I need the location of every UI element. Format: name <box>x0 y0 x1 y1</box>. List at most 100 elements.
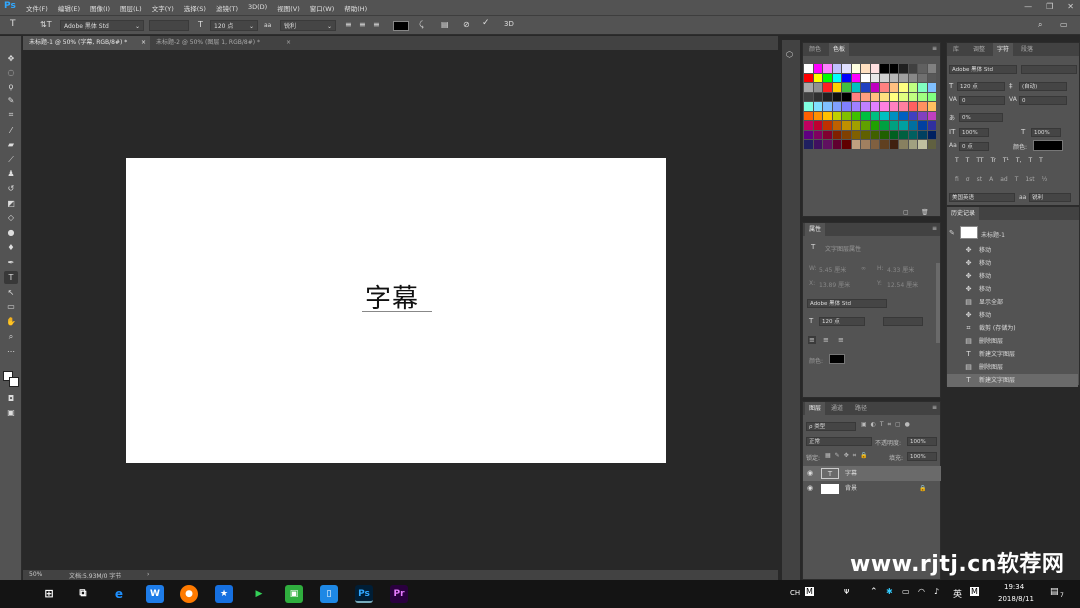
color-swatch[interactable] <box>880 130 889 139</box>
contextual-alt-button[interactable]: σ <box>966 176 970 183</box>
edge-browser-icon[interactable]: e <box>110 585 128 603</box>
history-brush-source-icon[interactable]: ✎ <box>949 229 955 237</box>
color-swatch[interactable] <box>804 92 813 101</box>
tab-layers[interactable]: 图层 <box>805 402 826 415</box>
color-swatch[interactable] <box>880 73 889 82</box>
background-color-swatch[interactable] <box>9 377 19 387</box>
canvas-text-layer[interactable]: 字幕 <box>365 278 419 315</box>
color-swatch[interactable] <box>851 83 860 92</box>
color-swatch[interactable] <box>899 64 908 73</box>
color-swatch[interactable] <box>861 64 870 73</box>
color-swatch[interactable] <box>832 92 841 101</box>
history-brush-tool-icon[interactable]: ↺ <box>4 182 18 195</box>
task-view-icon[interactable]: ⧉ <box>74 585 92 603</box>
char-tsume[interactable]: 0% <box>959 113 1003 122</box>
eye-icon[interactable]: ◉ <box>807 481 813 496</box>
color-swatch[interactable] <box>889 73 898 82</box>
color-swatch[interactable] <box>851 140 860 149</box>
layer-name[interactable]: 字幕 <box>845 466 857 481</box>
trash-icon[interactable]: 🗑 <box>921 209 929 216</box>
tab-color[interactable]: 颜色 <box>805 43 825 56</box>
layer-row[interactable]: ◉ 背景 🔒 <box>803 481 941 496</box>
color-swatch[interactable] <box>880 111 889 120</box>
color-swatch[interactable] <box>908 130 917 139</box>
color-swatch[interactable] <box>927 140 936 149</box>
tab-libraries[interactable]: 库 <box>949 43 963 56</box>
status-menu-arrow[interactable]: › <box>147 571 149 578</box>
screen-mode-icon[interactable]: ▣ <box>4 406 18 419</box>
color-swatch[interactable] <box>870 130 879 139</box>
color-swatch[interactable] <box>918 92 927 101</box>
color-swatch[interactable] <box>823 64 832 73</box>
font-size-select[interactable]: 120 点 ⌄ <box>210 20 258 31</box>
char-font-family[interactable]: Adobe 黑体 Std <box>949 65 1017 74</box>
minimize-button[interactable]: — <box>1024 2 1032 11</box>
color-swatch[interactable] <box>832 64 841 73</box>
iqiyi-icon[interactable]: ▣ <box>285 585 303 603</box>
color-swatch[interactable] <box>870 111 879 120</box>
color-swatch[interactable] <box>861 102 870 111</box>
blend-mode-select[interactable]: 正常 <box>806 437 872 446</box>
color-swatch[interactable] <box>899 140 908 149</box>
history-item[interactable]: ▤ 删除图层 <box>947 335 1078 348</box>
color-swatch[interactable] <box>918 83 927 92</box>
color-swatch[interactable] <box>823 92 832 101</box>
eraser-tool-icon[interactable]: ◩ <box>4 197 18 210</box>
character-panel-icon[interactable]: ▤ <box>441 19 449 30</box>
color-swatch[interactable] <box>927 102 936 111</box>
search-icon[interactable]: ⌕ <box>1038 19 1042 30</box>
eye-icon[interactable]: ◉ <box>807 466 813 481</box>
color-swatch[interactable] <box>851 111 860 120</box>
color-swatch[interactable] <box>804 83 813 92</box>
color-swatch[interactable] <box>813 111 822 120</box>
warp-text-icon[interactable]: ⤹ <box>419 19 424 30</box>
color-swatch[interactable] <box>842 83 851 92</box>
history-item[interactable]: T 新建文字图层 <box>947 348 1078 361</box>
history-item[interactable]: ✥ 移动 <box>947 309 1078 322</box>
color-swatch[interactable] <box>908 121 917 130</box>
align-center-icon[interactable]: ≡ <box>823 336 829 344</box>
menu-layer[interactable]: 图层(L) <box>120 3 142 13</box>
color-swatch[interactable] <box>870 140 879 149</box>
color-swatch[interactable] <box>889 140 898 149</box>
ligature-button[interactable]: fi <box>955 176 959 183</box>
char-kerning[interactable]: 0 <box>959 96 1005 105</box>
color-swatch[interactable] <box>842 130 851 139</box>
color-swatch[interactable] <box>889 92 898 101</box>
color-swatch[interactable] <box>870 121 879 130</box>
underline-button[interactable]: T <box>1028 157 1032 164</box>
color-swatch[interactable] <box>870 102 879 111</box>
char-vscale[interactable]: 100% <box>959 128 989 137</box>
color-swatch[interactable] <box>908 83 917 92</box>
history-item[interactable]: ✥ 移动 <box>947 270 1078 283</box>
color-swatch[interactable] <box>927 121 936 130</box>
color-swatch[interactable] <box>899 83 908 92</box>
color-swatch[interactable] <box>813 64 822 73</box>
strikethrough-button[interactable]: T <box>1039 157 1043 164</box>
color-swatch[interactable] <box>880 102 889 111</box>
hand-tool-icon[interactable]: ✋ <box>4 315 18 328</box>
close-icon[interactable]: × <box>286 36 291 50</box>
3d-icon[interactable]: 3D <box>504 19 514 30</box>
color-swatch[interactable] <box>908 111 917 120</box>
snapshot-thumbnail[interactable] <box>960 226 978 239</box>
small-caps-button[interactable]: Tr <box>991 157 996 164</box>
color-swatch[interactable] <box>899 73 908 82</box>
color-swatch[interactable] <box>918 121 927 130</box>
tab-character[interactable]: 字符 <box>993 43 1014 56</box>
color-swatch[interactable] <box>870 83 879 92</box>
star-app-icon[interactable]: ★ <box>215 585 233 603</box>
pen-tool-icon[interactable]: ✒ <box>4 256 18 269</box>
color-swatch[interactable] <box>813 140 822 149</box>
color-swatch[interactable] <box>861 83 870 92</box>
color-swatch[interactable] <box>880 121 889 130</box>
color-swatch[interactable] <box>918 64 927 73</box>
paint-bucket-tool-icon[interactable]: ◇ <box>4 211 18 224</box>
panel-menu-icon[interactable]: ≡ <box>932 225 937 232</box>
color-swatch[interactable] <box>823 140 832 149</box>
history-item[interactable]: T 新建文字图层 <box>947 374 1078 387</box>
color-swatch[interactable] <box>804 111 813 120</box>
tab-paths[interactable]: 路径 <box>851 402 871 415</box>
firefox-icon[interactable]: ● <box>180 585 198 603</box>
menu-type[interactable]: 文字(Y) <box>152 3 174 13</box>
